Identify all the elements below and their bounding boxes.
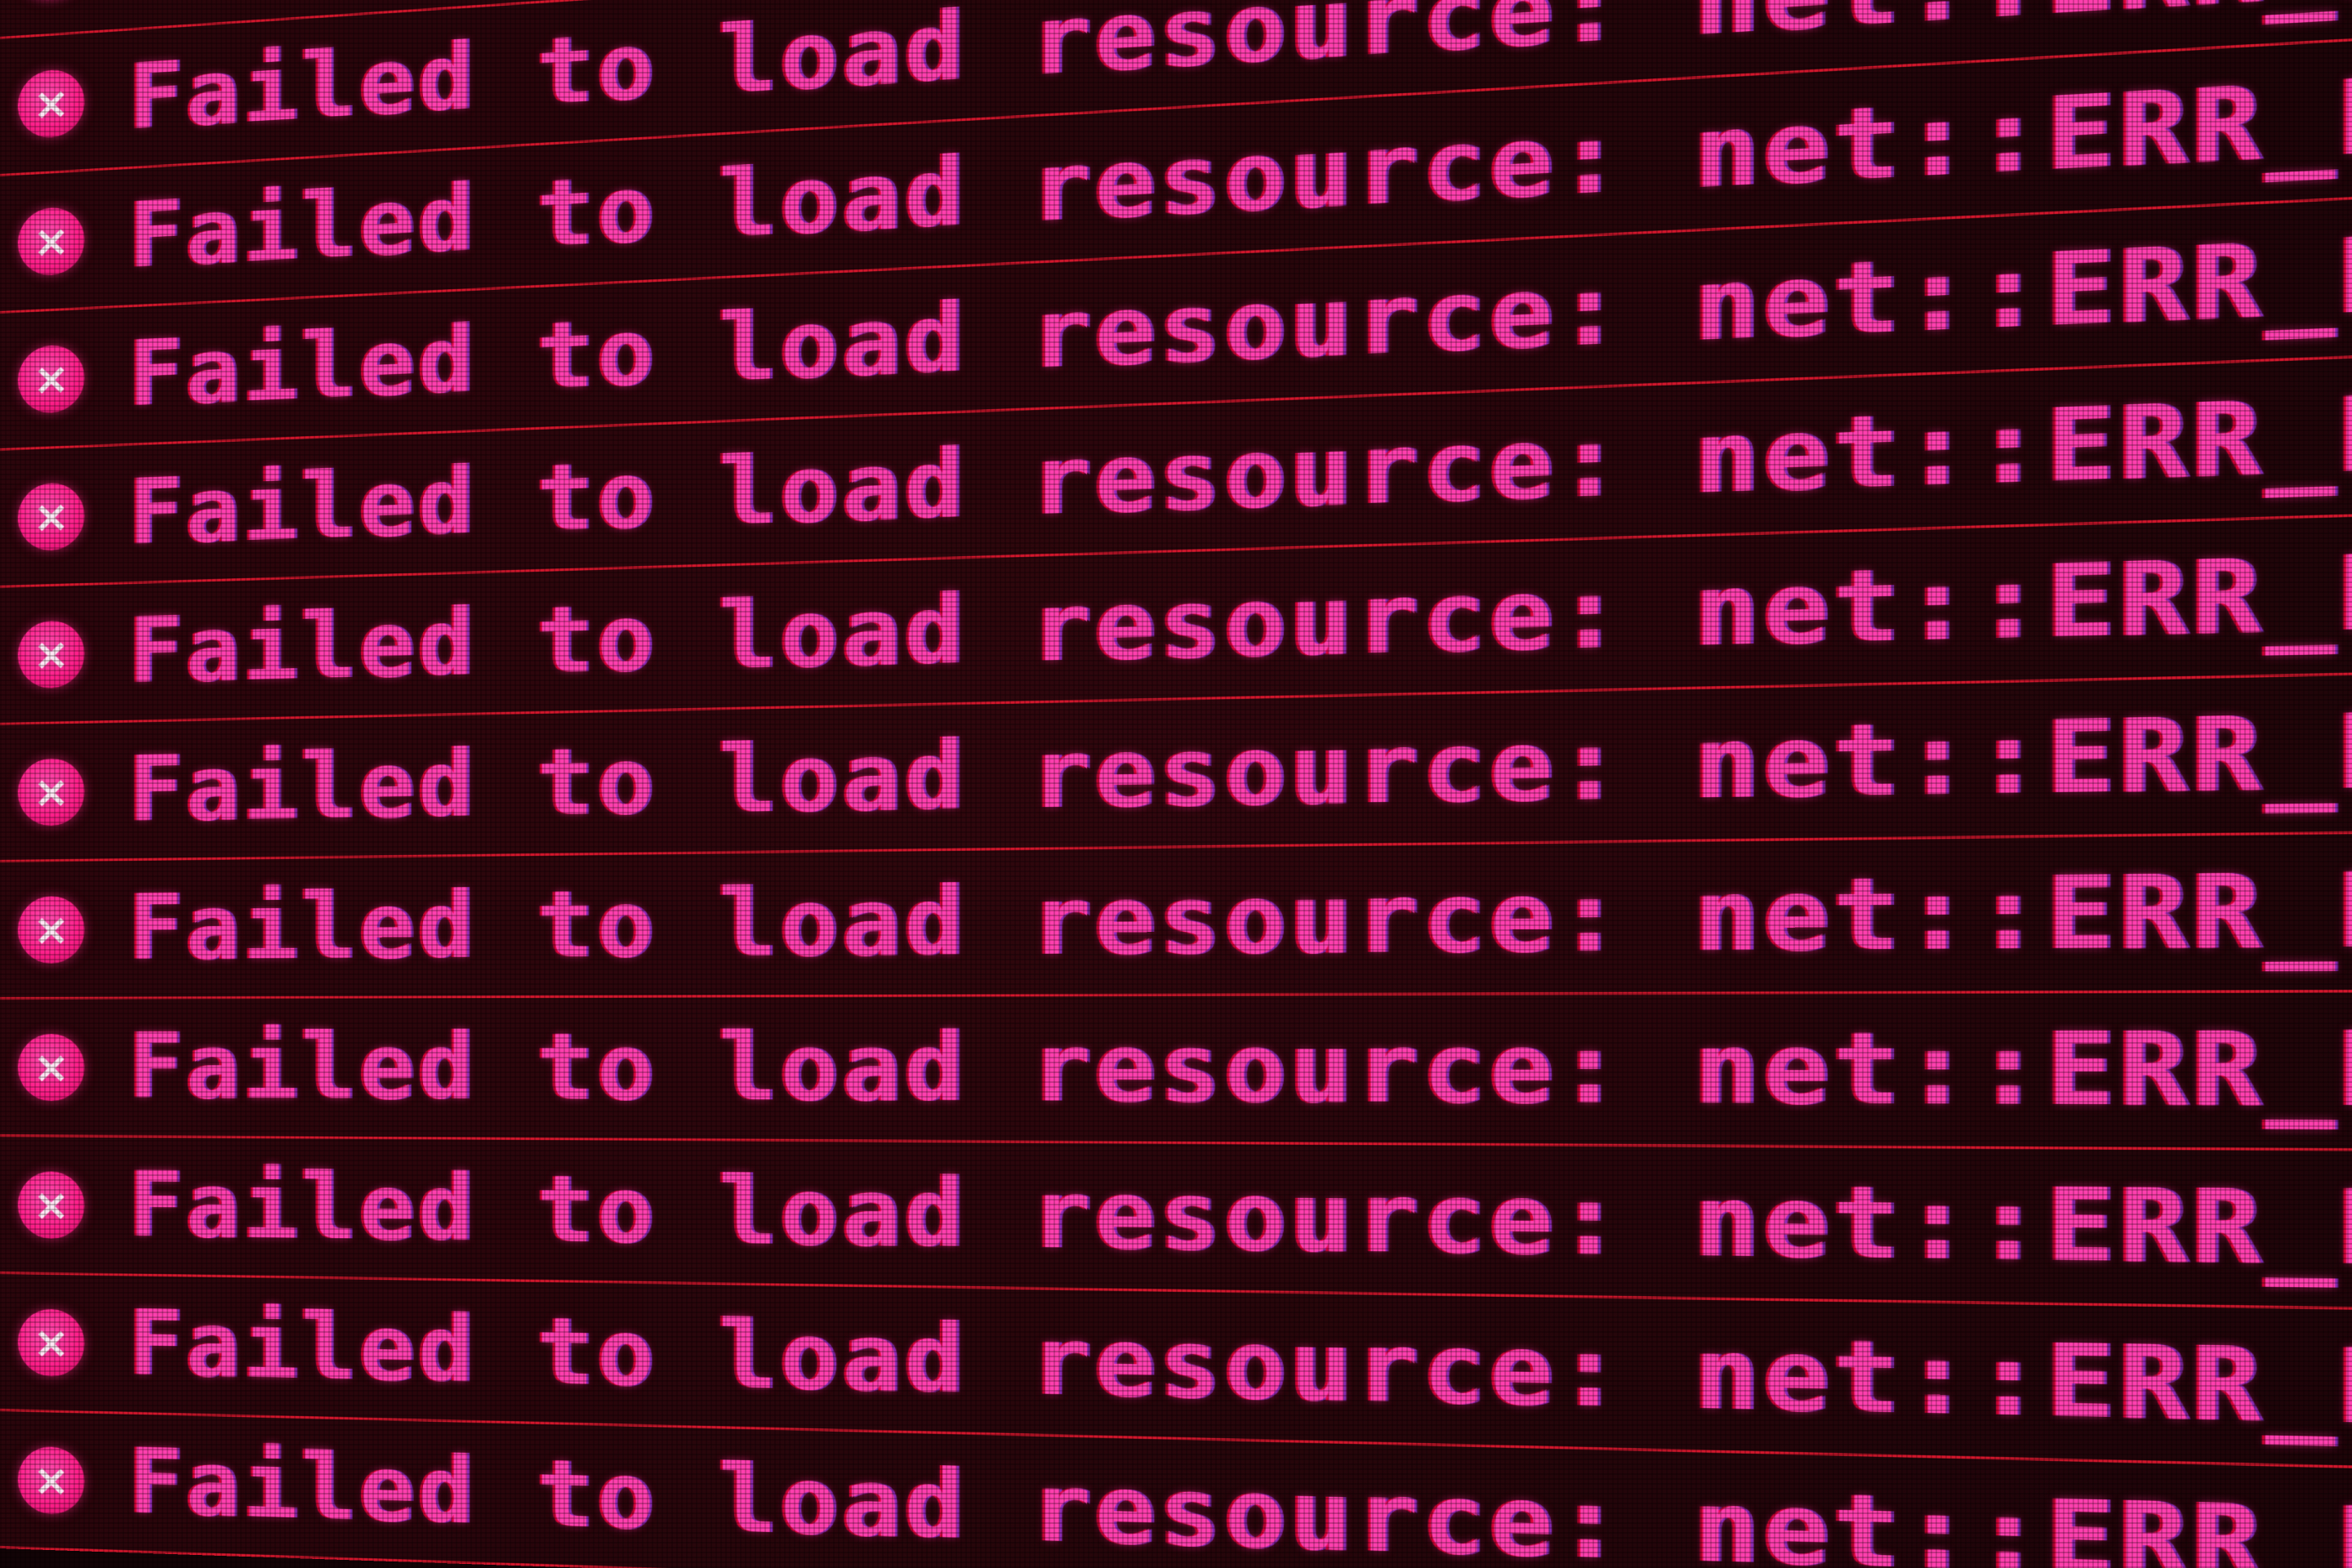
error-x-icon: × <box>17 1307 85 1377</box>
error-message: Failed to load resource: net::ERR_BLOCKE… <box>128 1154 2352 1303</box>
error-message: Failed to load resource: net::ERR_BLOCKE… <box>128 1009 2352 1134</box>
error-x-icon: × <box>17 1033 85 1101</box>
error-x-icon: × <box>17 0 85 2</box>
error-x-icon: × <box>17 205 85 277</box>
console-error-row[interactable]: × Failed to load resource: net::ERR_BLOC… <box>0 991 2352 1154</box>
error-x-icon: × <box>17 67 85 140</box>
error-message: Failed to load resource: net::ERR_BLOCKE… <box>128 841 2352 981</box>
console-screen: × Failed to load resource: net::ERR_BLOC… <box>0 0 2352 1568</box>
error-x-icon: × <box>17 895 85 964</box>
error-x-icon: × <box>17 481 85 551</box>
error-x-icon: × <box>17 1446 85 1515</box>
console-log[interactable]: × Failed to load resource: net::ERR_BLOC… <box>0 0 2352 1568</box>
error-x-icon: × <box>17 619 85 688</box>
error-x-icon: × <box>17 343 85 414</box>
error-x-icon: × <box>17 1170 85 1239</box>
error-x-icon: × <box>17 757 85 826</box>
